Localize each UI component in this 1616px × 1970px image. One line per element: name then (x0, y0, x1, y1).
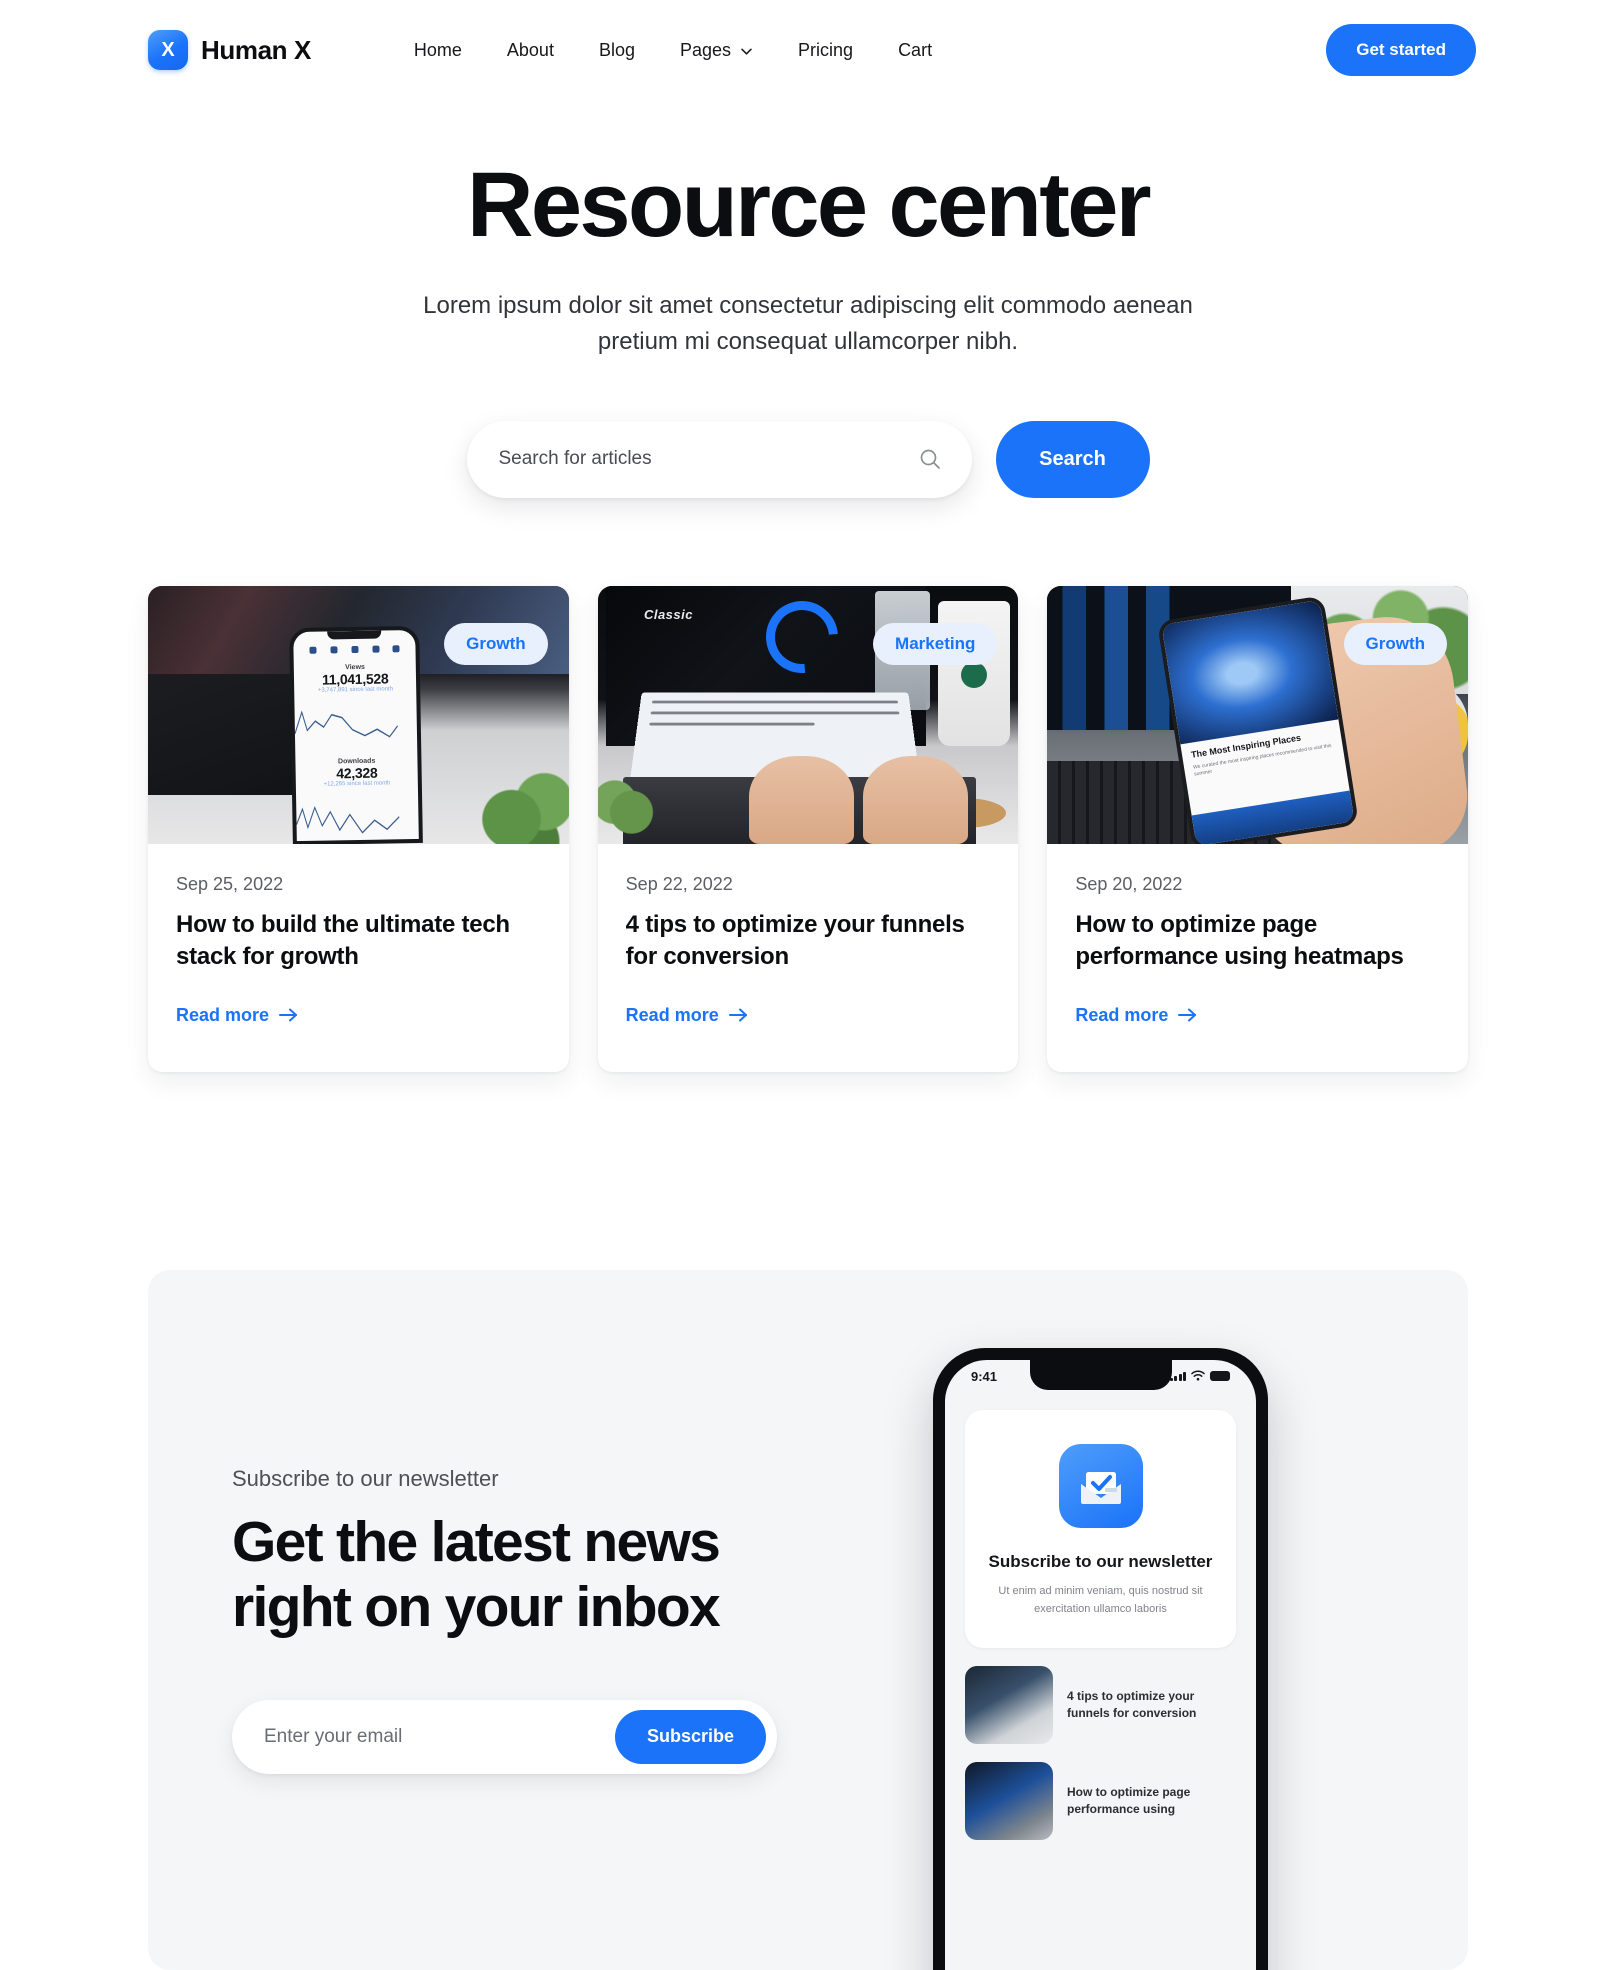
photo-downloads-delta: +12,265 since last month (323, 780, 391, 788)
phone-article-item[interactable]: How to optimize page performance using (965, 1762, 1236, 1841)
arrow-right-icon (728, 1007, 749, 1023)
read-more-link[interactable]: Read more (1075, 1005, 1198, 1026)
article-category-badge[interactable]: Marketing (873, 622, 998, 665)
article-title: How to build the ultimate tech stack for… (176, 910, 510, 970)
article-card-grid: Views 11,041,528 +3,747,891 since last m… (0, 585, 1616, 1072)
hero-subtitle: Lorem ipsum dolor sit amet consectetur a… (423, 292, 1193, 356)
article-title: How to optimize page performance using h… (1075, 910, 1404, 970)
brand-name: Human X (201, 34, 311, 65)
nav-item-home-label: Home (413, 39, 462, 60)
envelope-check-icon (1058, 1443, 1143, 1528)
article-card[interactable]: Views 11,041,528 +3,747,891 since last m… (148, 585, 569, 1072)
article-image: The Most Inspiring Places We curated the… (1047, 585, 1469, 844)
phone-article-title: How to optimize page performance using (1067, 1784, 1191, 1817)
newsletter-panel: Subscribe to our newsletter Get the late… (148, 1269, 1468, 1970)
nav-item-cart[interactable]: Cart (898, 40, 932, 61)
article-title: 4 tips to optimize your funnels for conv… (625, 910, 965, 970)
nav-item-blog[interactable]: Blog (599, 40, 635, 61)
nav-item-pricing[interactable]: Pricing (798, 40, 853, 61)
wifi-icon (1191, 1369, 1205, 1384)
phone-card-body: Ut enim ad minim veniam, quis nostrud si… (998, 1584, 1203, 1615)
nav-item-blog-label: Blog (598, 39, 635, 60)
phone-card-title: Subscribe to our newsletter (988, 1551, 1213, 1571)
newsletter-eyebrow: Subscribe to our newsletter (232, 1465, 499, 1491)
photo-overlay-word: Classic (643, 606, 693, 622)
phone-article-title: 4 tips to optimize your funnels for conv… (1067, 1688, 1197, 1721)
article-image: Classic Marketing (597, 585, 1019, 844)
search-button[interactable]: Search (995, 420, 1150, 498)
article-card[interactable]: Classic Marketing Sep 22, 2022 4 tips to… (597, 585, 1019, 1072)
arrow-right-icon (1178, 1007, 1198, 1023)
nav-item-cart-label: Cart (898, 39, 933, 60)
email-input[interactable] (264, 1725, 615, 1748)
phone-newsletter-card: Subscribe to our newsletter Ut enim ad m… (965, 1409, 1236, 1649)
nav-item-pages-label: Pages (679, 39, 732, 60)
read-more-link[interactable]: Read more (626, 1005, 749, 1026)
phone-screen: 9:41 Subscribe to our newsletter Ut enim… (945, 1359, 1256, 1970)
read-more-link[interactable]: Read more (176, 1005, 299, 1026)
article-body: Sep 20, 2022 How to optimize page perfor… (1047, 844, 1468, 1072)
newsletter-title-line-2: right on your inbox (232, 1574, 721, 1639)
phone-clock: 9:41 (971, 1368, 998, 1384)
article-date: Sep 22, 2022 (625, 873, 733, 894)
nav-item-pricing-label: Pricing (798, 39, 854, 60)
battery-icon (1210, 1371, 1230, 1382)
site-header: X Human X Home About Blog Pages Pricing … (0, 0, 1616, 100)
article-date: Sep 20, 2022 (1075, 873, 1183, 894)
phone-article-thumbnail (965, 1762, 1053, 1841)
photo-views-delta: +3,747,891 since last month (317, 686, 394, 694)
search-field[interactable] (466, 420, 972, 498)
main-navigation: Home About Blog Pages Pricing Cart (414, 40, 932, 61)
article-date: Sep 25, 2022 (176, 873, 284, 894)
nav-item-home[interactable]: Home (414, 40, 462, 61)
logo-x-icon: X (148, 30, 188, 70)
signal-icon (1169, 1371, 1186, 1382)
newsletter-section: Subscribe to our newsletter Get the late… (0, 1072, 1616, 1970)
search-input[interactable] (498, 448, 918, 471)
article-body: Sep 25, 2022 How to build the ultimate t… (148, 844, 569, 1072)
get-started-button[interactable]: Get started (1326, 24, 1476, 76)
article-image: Views 11,041,528 +3,747,891 since last m… (148, 585, 569, 844)
newsletter-title-line-1: Get the latest news (232, 1509, 721, 1574)
nav-item-pages[interactable]: Pages (680, 40, 753, 61)
article-body: Sep 22, 2022 4 tips to optimize your fun… (598, 844, 1019, 1072)
phone-article-thumbnail (965, 1666, 1053, 1745)
subscribe-button[interactable]: Subscribe (614, 1709, 766, 1764)
read-more-label: Read more (1075, 1004, 1169, 1025)
search-row: Search (0, 420, 1616, 498)
phone-article-item[interactable]: 4 tips to optimize your funnels for conv… (965, 1666, 1236, 1745)
hero-section: Resource center Lorem ipsum dolor sit am… (0, 100, 1616, 498)
phone-notch (1029, 1359, 1172, 1390)
newsletter-title: Get the latest news right on your inbox (232, 1510, 914, 1640)
nav-item-about-label: About (506, 39, 554, 60)
nav-item-about[interactable]: About (507, 40, 554, 61)
read-more-label: Read more (176, 1004, 270, 1025)
newsletter-phone-mockup: 9:41 Subscribe to our newsletter Ut enim… (933, 1347, 1268, 1970)
arrow-right-icon (279, 1007, 299, 1023)
page-title: Resource center (467, 154, 1152, 256)
chevron-down-icon (740, 45, 753, 58)
article-category-badge[interactable]: Growth (444, 622, 548, 665)
article-category-badge[interactable]: Growth (1343, 622, 1448, 665)
article-card[interactable]: The Most Inspiring Places We curated the… (1047, 585, 1469, 1072)
read-more-label: Read more (625, 1004, 719, 1025)
newsletter-form[interactable]: Subscribe (232, 1699, 777, 1774)
logo-mark-letter: X (161, 39, 175, 61)
newsletter-copy: Subscribe to our newsletter Get the late… (148, 1466, 914, 1774)
brand-logo[interactable]: X Human X (148, 30, 311, 70)
search-icon[interactable] (918, 447, 942, 471)
